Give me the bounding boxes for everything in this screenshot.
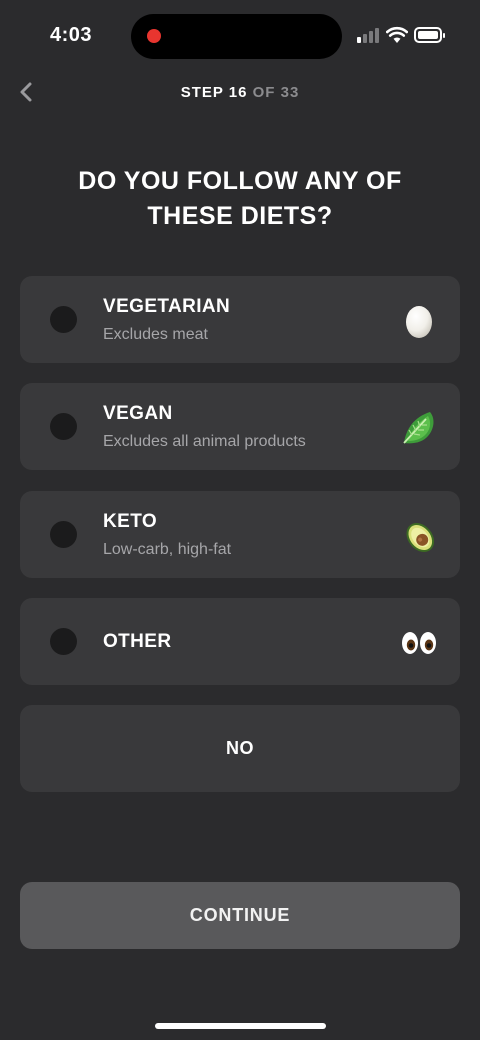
option-label: OTHER (103, 631, 172, 652)
battery-icon (414, 27, 445, 43)
option-vegan[interactable]: VEGAN Excludes all animal products (20, 383, 460, 470)
step-current: STEP 16 (180, 84, 248, 101)
eyes-icon (402, 632, 436, 654)
option-label: KETO (103, 511, 158, 532)
no-diet-button[interactable]: NO (20, 705, 460, 792)
cellular-signal-icon (357, 28, 379, 43)
continue-button[interactable]: CONTINUE (20, 882, 460, 949)
avocado-icon (406, 523, 435, 553)
option-vegetarian[interactable]: VEGETARIAN Excludes meat (20, 276, 460, 363)
status-bar: 4:03 (0, 0, 480, 70)
radio-button[interactable] (50, 521, 77, 548)
step-indicator: STEP 16 OF 33 (0, 84, 480, 101)
option-subtitle: Excludes all animal products (103, 433, 306, 450)
radio-button[interactable] (50, 306, 77, 333)
option-keto[interactable]: KETO Low-carb, high-fat (20, 491, 460, 578)
leafy-green-icon (403, 412, 434, 444)
page-title: DO YOU FOLLOW ANY OF THESE DIETS? (78, 167, 402, 230)
egg-icon (406, 306, 432, 338)
home-indicator[interactable] (155, 1023, 326, 1029)
option-label: VEGETARIAN (103, 296, 231, 317)
option-subtitle: Low-carb, high-fat (103, 541, 232, 558)
wifi-icon (386, 26, 408, 43)
option-other[interactable]: OTHER (20, 598, 460, 685)
option-subtitle: Excludes meat (103, 326, 208, 343)
status-time: 4:03 (50, 24, 93, 46)
radio-button[interactable] (50, 628, 77, 655)
option-label: VEGAN (103, 403, 173, 424)
step-total: OF 33 (252, 84, 300, 101)
radio-button[interactable] (50, 413, 77, 440)
recording-indicator-icon (147, 29, 161, 43)
dynamic-island (131, 14, 342, 59)
